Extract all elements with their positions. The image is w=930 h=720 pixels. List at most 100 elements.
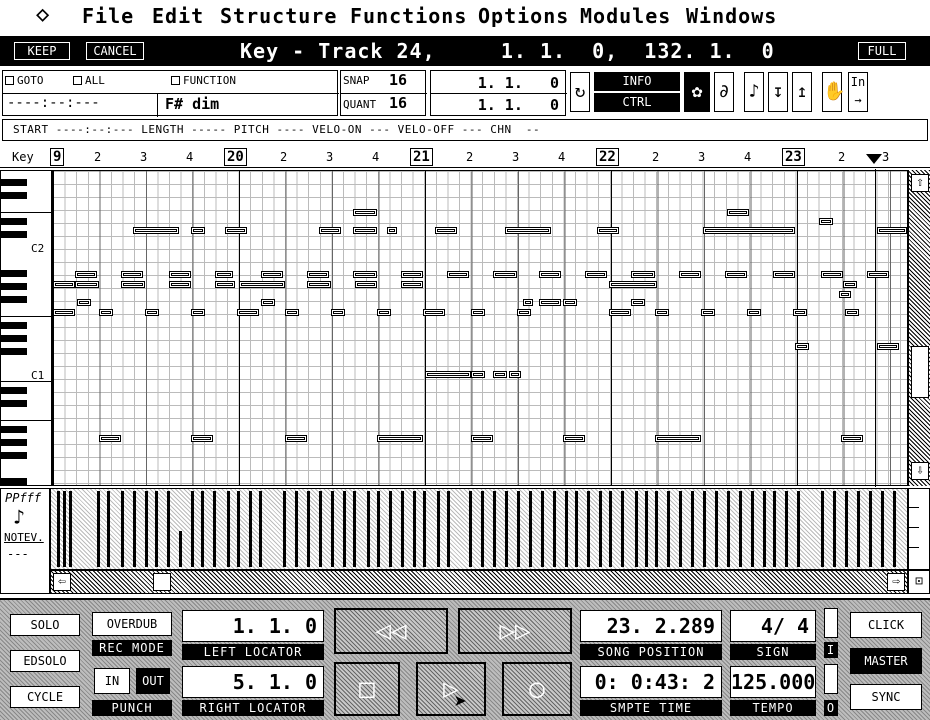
velocity-bar[interactable]	[727, 491, 730, 567]
midi-note[interactable]	[609, 309, 631, 316]
midi-note[interactable]	[845, 309, 859, 316]
velocity-bar[interactable]	[493, 491, 496, 567]
midi-note[interactable]	[539, 299, 561, 306]
menu-functions[interactable]: Functions	[350, 4, 467, 28]
velocity-bar[interactable]	[553, 491, 556, 567]
note-up-icon[interactable]: ↥	[792, 72, 812, 112]
velocity-bar[interactable]	[635, 491, 638, 567]
midi-note[interactable]	[99, 309, 113, 316]
midi-note[interactable]	[53, 309, 75, 316]
midi-note[interactable]	[285, 309, 299, 316]
velocity-bar[interactable]	[703, 491, 706, 567]
scroll-right-icon[interactable]: ⇨	[887, 573, 905, 591]
function-checkbox[interactable]: FUNCTION	[171, 74, 236, 87]
all-checkbox[interactable]: ALL	[73, 74, 105, 87]
midi-note[interactable]	[539, 271, 561, 278]
velocity-bar[interactable]	[167, 491, 170, 567]
midi-note[interactable]	[121, 281, 145, 288]
midi-note[interactable]	[377, 309, 391, 316]
midi-note[interactable]	[795, 343, 809, 350]
midi-note[interactable]	[355, 281, 377, 288]
goto-position-field[interactable]: ----:--:---	[7, 95, 100, 111]
velocity-bar[interactable]	[423, 491, 426, 567]
song-position-marker-icon[interactable]	[866, 154, 882, 164]
velocity-bar[interactable]	[295, 491, 298, 567]
overdub-button[interactable]: OVERDUB	[92, 612, 172, 636]
velocity-bar[interactable]	[517, 491, 520, 567]
midi-note[interactable]	[563, 299, 577, 306]
black-key[interactable]	[1, 452, 27, 459]
midi-note[interactable]	[423, 309, 445, 316]
midi-note[interactable]	[133, 227, 179, 234]
midi-note[interactable]	[307, 271, 329, 278]
velocity-bar[interactable]	[447, 491, 450, 567]
velocity-bar[interactable]	[401, 491, 404, 567]
velocity-bar[interactable]	[587, 491, 590, 567]
position-2[interactable]: 1. 1. 0	[478, 96, 559, 114]
black-key[interactable]	[1, 296, 27, 303]
midi-note[interactable]	[585, 271, 607, 278]
velocity-bar[interactable]	[377, 491, 380, 567]
hand-icon[interactable]: ✋	[822, 72, 845, 112]
midi-note[interactable]	[725, 271, 747, 278]
vertical-scrollbar[interactable]: ⇧ ⇩	[908, 170, 930, 486]
midi-note[interactable]	[261, 271, 283, 278]
midi-note[interactable]	[597, 227, 619, 234]
velocity-bar[interactable]	[691, 491, 694, 567]
menu-file[interactable]: File	[82, 4, 134, 28]
velocity-bar[interactable]	[201, 491, 204, 567]
punch-in-button[interactable]: IN	[94, 668, 130, 694]
midi-note[interactable]	[191, 435, 213, 442]
click-button[interactable]: CLICK	[850, 612, 922, 638]
black-key[interactable]	[1, 348, 27, 355]
velocity-bar[interactable]	[107, 491, 110, 567]
midi-note[interactable]	[353, 209, 377, 216]
black-key[interactable]	[1, 426, 27, 433]
fast-forward-button[interactable]: ▷▷	[458, 608, 572, 654]
midi-note[interactable]	[843, 281, 857, 288]
punch-out-button[interactable]: OUT	[136, 668, 170, 694]
left-locator-value[interactable]: 1. 1. 0	[182, 610, 324, 642]
velocity-bar[interactable]	[667, 491, 670, 567]
menu-modules[interactable]: Modules	[580, 4, 671, 28]
midi-note[interactable]	[727, 209, 749, 216]
velocity-bar[interactable]	[621, 491, 624, 567]
velocity-bar[interactable]	[307, 491, 310, 567]
velocity-bar[interactable]	[785, 491, 788, 567]
midi-note[interactable]	[517, 309, 531, 316]
cycle-tool-icon[interactable]: ↻	[570, 72, 590, 112]
midi-note[interactable]	[225, 227, 247, 234]
velocity-bar[interactable]	[773, 491, 776, 567]
midi-note[interactable]	[353, 227, 377, 234]
black-key[interactable]	[1, 335, 27, 342]
palette-icon[interactable]: ✿	[684, 72, 710, 112]
velocity-bar[interactable]	[505, 491, 508, 567]
midi-note[interactable]	[169, 281, 191, 288]
velocity-bar[interactable]	[739, 491, 742, 567]
velocity-lane[interactable]	[50, 488, 908, 570]
menu-options[interactable]: Options	[478, 4, 569, 28]
ear-icon[interactable]: ∂	[714, 72, 734, 112]
keep-button[interactable]: KEEP	[14, 42, 70, 60]
cycle-button[interactable]: CYCLE	[10, 686, 80, 708]
sync-button[interactable]: SYNC	[850, 684, 922, 710]
midi-note[interactable]	[77, 299, 91, 306]
velocity-bar[interactable]	[821, 491, 824, 567]
midi-note[interactable]	[867, 271, 889, 278]
position-1[interactable]: 1. 1. 0	[478, 74, 559, 92]
black-key[interactable]	[1, 283, 27, 290]
velocity-bar[interactable]	[227, 491, 230, 567]
record-button[interactable]: ○	[502, 662, 572, 716]
midi-note[interactable]	[191, 309, 205, 316]
velocity-bar[interactable]	[353, 491, 356, 567]
midi-note[interactable]	[793, 309, 807, 316]
black-key[interactable]	[1, 478, 27, 485]
velocity-bar[interactable]	[565, 491, 568, 567]
velocity-bar[interactable]	[145, 491, 148, 567]
velocity-bar[interactable]	[343, 491, 346, 567]
velocity-bar[interactable]	[481, 491, 484, 567]
midi-note[interactable]	[701, 309, 715, 316]
midi-note[interactable]	[285, 435, 307, 442]
velocity-bar[interactable]	[529, 491, 532, 567]
rewind-button[interactable]: ◁◁	[334, 608, 448, 654]
